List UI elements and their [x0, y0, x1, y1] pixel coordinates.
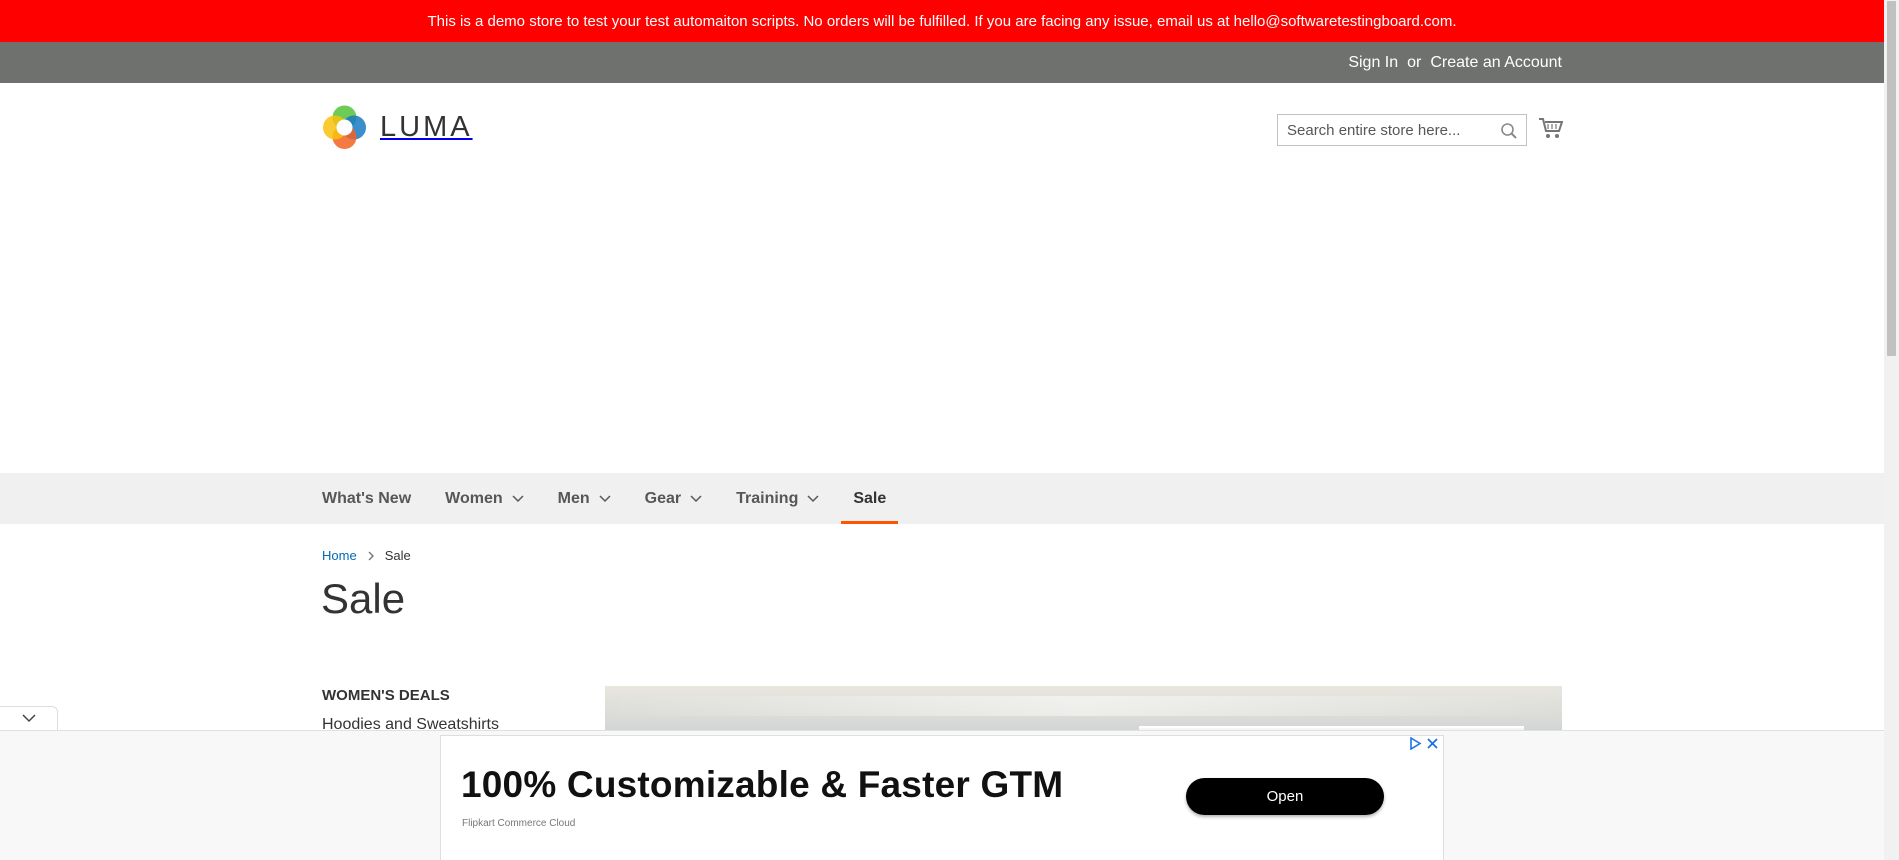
scrollbar-thumb[interactable]: [1887, 1, 1896, 356]
anchor-ad-bar: 100% Customizable & Faster GTM Flipkart …: [0, 730, 1884, 860]
nav-item-label: Gear: [644, 489, 682, 507]
logo-text: LUMA: [380, 111, 473, 143]
nav-item-label: Training: [736, 489, 799, 507]
sign-in-link[interactable]: Sign In: [1348, 54, 1398, 72]
ad-card[interactable]: 100% Customizable & Faster GTM Flipkart …: [440, 735, 1444, 860]
ad-advertiser: Flipkart Commerce Cloud: [462, 818, 576, 829]
account-links: Sign In or Create an Account: [1348, 42, 1562, 83]
chevron-down-icon: [807, 494, 819, 502]
nav-item-label: Sale: [853, 489, 887, 507]
luma-logo-icon: [322, 105, 367, 150]
chevron-down-icon: [512, 494, 524, 502]
demo-notice-banner: This is a demo store to test your test a…: [0, 0, 1884, 42]
nav-item-whats-new[interactable]: What's New: [322, 473, 411, 524]
nav-item-label: Men: [557, 489, 590, 507]
nav-item-women[interactable]: Women: [445, 473, 524, 524]
page-scrollbar[interactable]: [1884, 0, 1899, 860]
ad-choice-icons: [1409, 737, 1439, 750]
ad-choices-icon[interactable]: [1409, 737, 1422, 750]
nav-item-training[interactable]: Training: [736, 473, 819, 524]
search-input[interactable]: [1287, 121, 1487, 139]
nav-items: What's New Women Men Gear Training Sale: [322, 473, 932, 524]
nav-item-gear[interactable]: Gear: [645, 473, 702, 524]
demo-notice-text: This is a demo store to test your test a…: [427, 12, 1457, 30]
chevron-down-icon: [690, 494, 702, 502]
breadcrumb-home-link[interactable]: Home: [322, 548, 357, 563]
hero-sky-decoration: [605, 696, 1562, 716]
header-top-links-bar: Sign In or Create an Account: [0, 42, 1884, 83]
chevron-down-icon: [599, 494, 611, 502]
page-title: Sale: [321, 575, 406, 622]
search-icon[interactable]: [1500, 122, 1518, 140]
sidebar-section-title: WOMEN'S DEALS: [322, 687, 450, 704]
ad-headline[interactable]: 100% Customizable & Faster GTM: [461, 764, 1063, 806]
close-icon[interactable]: [1426, 737, 1439, 750]
main-navigation: What's New Women Men Gear Training Sale: [0, 473, 1884, 524]
cart-icon[interactable]: [1538, 116, 1564, 140]
search-box: [1277, 114, 1527, 146]
chevron-right-icon: [368, 551, 374, 560]
links-separator: or: [1407, 53, 1422, 71]
nav-item-men[interactable]: Men: [558, 473, 611, 524]
nav-item-label: What's New: [322, 489, 412, 507]
breadcrumb: Home Sale: [322, 548, 411, 563]
breadcrumb-current: Sale: [384, 548, 411, 563]
site-header: LUMA: [0, 83, 1884, 473]
ad-open-button[interactable]: Open: [1186, 778, 1384, 815]
nav-item-label: Women: [445, 489, 503, 507]
nav-item-sale[interactable]: Sale: [841, 473, 899, 524]
create-account-link[interactable]: Create an Account: [1430, 54, 1562, 72]
store-logo[interactable]: LUMA: [322, 105, 473, 150]
ad-collapse-toggle[interactable]: [0, 706, 58, 730]
chevron-down-icon: [21, 714, 36, 723]
